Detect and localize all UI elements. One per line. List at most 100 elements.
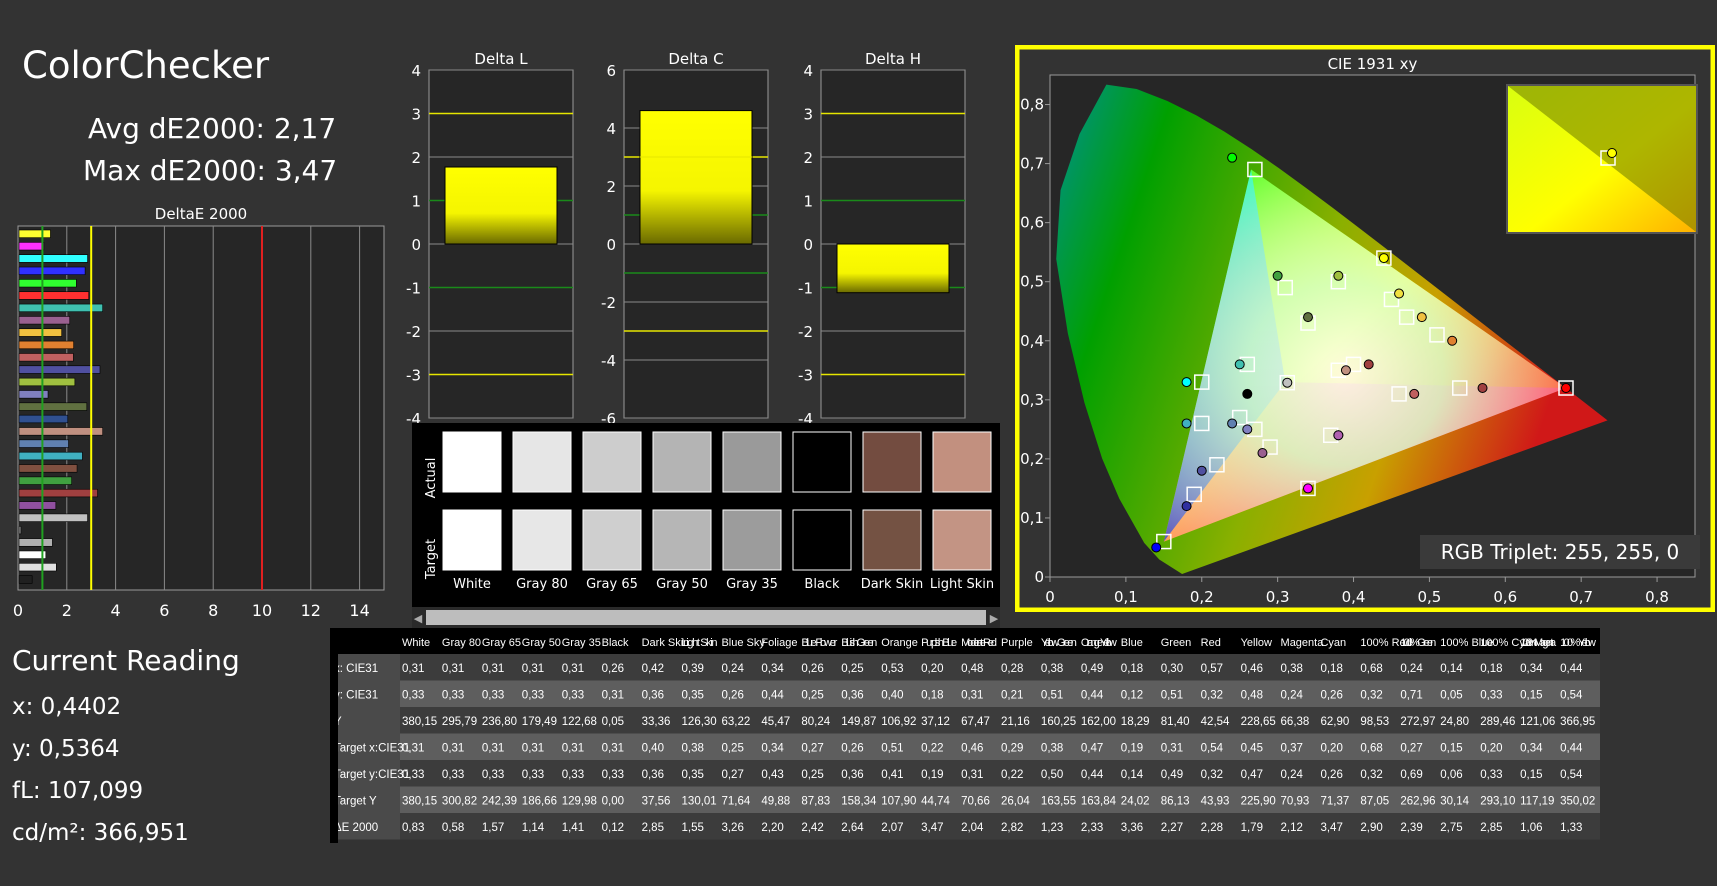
table-cell: 0,33 [482,690,504,702]
swatch-target [652,509,712,571]
delta-h-tick-label: 3 [803,106,813,124]
table-cell: 3,36 [1121,822,1143,834]
table-column-header: Light Skin [682,637,718,649]
cie-x-tick-label: 0,8 [1645,588,1669,606]
table-cell: 0,25 [841,663,863,675]
cie-measured-point [1257,447,1268,458]
table-cell: 30,14 [1440,796,1469,808]
cie-measured-point [1181,418,1192,429]
table-cell: 0,33 [562,690,584,702]
table-cell: 0,48 [1241,690,1263,702]
deltae-bar [18,340,74,350]
table-column-header: Green [1161,637,1192,649]
table-cell: 0,31 [602,743,624,755]
table-cell: 3,26 [721,822,743,834]
swatch-label: Gray 80 [516,577,568,592]
table-cell: 2,33 [1081,822,1103,834]
table-cell: 2,82 [1001,822,1023,834]
delta-c-tick-label: 2 [606,178,616,196]
scroll-right-icon: ▶ [990,612,999,625]
delta-h-tick-label: 1 [803,193,813,211]
table-cell: 0,25 [801,769,823,781]
cie-measured-point [1447,335,1458,346]
cie-x-tick-label: 0 [1045,588,1055,606]
table-cell: 0,36 [642,769,664,781]
swatch-label: Dark Skin [861,577,924,592]
table-cell: 0,45 [1241,743,1263,755]
cie-title: CIE 1931 xy [1328,55,1418,73]
table-cell: 289,46 [1480,716,1515,728]
table-cell: 0,68 [1360,663,1382,675]
cie-x-tick-label: 0,2 [1190,588,1214,606]
cie-inset-measured-point [1607,148,1617,158]
delta-c-tick-label: 0 [606,236,616,254]
delta-h-tick-label: 4 [803,62,813,80]
swatch-target [582,509,642,571]
table-cell: 295,79 [442,716,477,728]
table-cell: 0,34 [1520,663,1543,675]
table-column-header: Gray 80 [442,637,481,649]
table-cell: 63,22 [721,716,750,728]
table-cell: 49,88 [761,796,790,808]
swatch-target [722,509,782,571]
table-row-label: ΔE 2000 [334,822,378,834]
cie-x-tick-label: 0,3 [1266,588,1290,606]
table-cell: 0,33 [482,769,504,781]
deltae-tick-label: 8 [208,601,218,620]
deltae-bar [18,229,51,238]
delta-c-tick-label: -2 [601,294,616,312]
swatch-scrollbar-thumb [426,610,986,625]
table-cell: 0,15 [1520,769,1542,781]
table-column-header: Gray 50 [522,637,561,649]
deltae-title: DeltaE 2000 [155,205,247,223]
table-cell: 0,46 [961,743,983,755]
table-cell: 0,12 [1121,690,1143,702]
table-cell: 3,47 [921,822,943,834]
swatch-target [442,509,502,571]
swatch-label: Gray 50 [656,577,708,592]
table-column-header: Magenta [1281,637,1325,649]
table-cell: 0,38 [1041,663,1063,675]
table-column-header: Yellow Green [1041,637,1077,649]
table-cell: 2,27 [1161,822,1183,834]
table-cell: 163,55 [1041,796,1076,808]
deltae-bar [18,365,101,374]
reading-cdm2: cd/m²: 366,951 [12,820,189,846]
table-column-header: Gray 65 [482,637,521,649]
table-cell: 0,25 [801,690,823,702]
table-cell: 0,18 [1480,663,1502,675]
table-cell: 0,58 [442,822,464,834]
table-cell: 0,40 [642,743,664,755]
max-de2000: Max dE2000: 3,47 [83,154,338,187]
table-cell: 37,12 [921,716,950,728]
table-cell: 45,47 [761,716,790,728]
table-cell: 87,83 [801,796,830,808]
table-cell: 0,36 [841,690,863,702]
delta-c-title: Delta C [668,50,723,68]
table-cell: 1,23 [1041,822,1063,834]
deltae-tick-label: 14 [349,601,369,620]
cie-y-tick-label: 0,2 [1020,450,1044,468]
table-cell: 0,22 [921,743,943,755]
table-cell: 2,42 [801,822,823,834]
table-cell: 0,31 [402,663,424,675]
table-cell: 0,44 [1560,743,1583,755]
table-cell: 0,19 [1121,743,1143,755]
table-cell: 0,39 [682,663,704,675]
deltae-bar [18,488,98,498]
table-column-header: Black [602,637,629,649]
table-cell: 0,35 [682,690,704,702]
swatch-panel[interactable]: Actual Target White Gray 80 Gray 65 Gray 50 Gr… [412,423,1000,628]
cie-y-tick-label: 0,3 [1020,391,1044,409]
table-cell: 21,16 [1001,716,1030,728]
table-cell: 2,12 [1281,822,1303,834]
cie-y-tick-label: 0 [1034,568,1044,586]
table-cell: 0,68 [1360,743,1382,755]
avg-de2000: Avg dE2000: 2,17 [88,112,337,145]
table-cell: 0,26 [721,690,743,702]
table-cell: 71,64 [721,796,750,808]
table-cell: 0,32 [1201,769,1223,781]
table-cell: 81,40 [1161,716,1190,728]
cie-measured-point [1416,312,1427,323]
deltae-bar [18,451,83,461]
